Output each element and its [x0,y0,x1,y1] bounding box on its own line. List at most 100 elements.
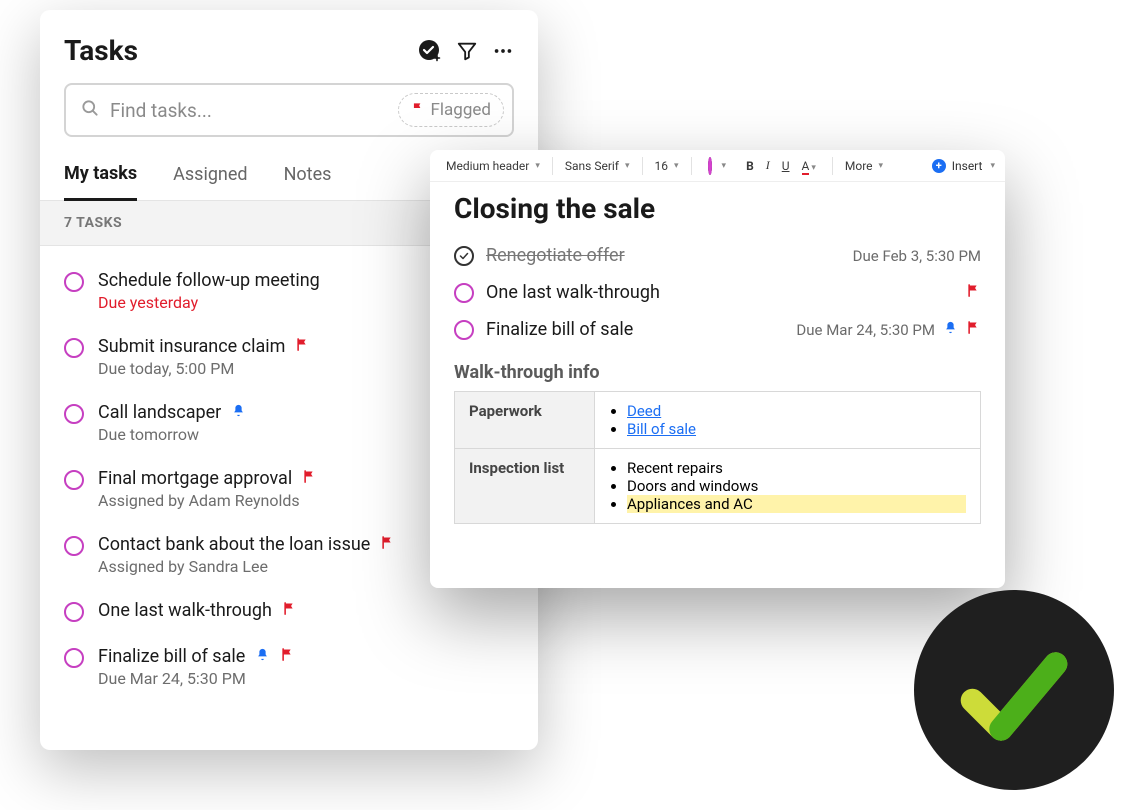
list-item: Bill of sale [627,420,966,438]
table-cell: Recent repairsDoors and windowsAppliance… [595,449,981,524]
more-menu[interactable]: More ▾ [839,159,889,173]
task-row[interactable]: One last walk-through [64,588,514,634]
link[interactable]: Bill of sale [627,420,696,438]
chevron-down-icon: ▾ [879,161,884,171]
color-swatch-icon [708,157,712,175]
task-checkbox[interactable] [454,283,474,303]
task-checkbox[interactable] [64,648,84,668]
task-title: One last walk-through [98,600,272,621]
doc-task-row[interactable]: Renegotiate offer Due Feb 3, 5:30 PM [454,237,981,274]
document-title: Closing the sale [454,192,981,225]
flag-icon [280,646,295,667]
toolbar-divider [691,157,692,175]
font-picker[interactable]: Sans Serif ▾ [559,159,636,173]
underline-button[interactable]: U [778,157,794,175]
font-label: Sans Serif [565,159,619,173]
search-input[interactable]: Find tasks... Flagged [64,83,514,137]
flag-icon [380,534,395,555]
chevron-down-icon: ▾ [811,163,816,173]
bell-icon [231,402,246,423]
flag-icon [966,320,981,339]
plus-icon: + [932,159,946,173]
task-checkbox[interactable] [454,320,474,340]
task-checkbox[interactable] [64,404,84,424]
flag-icon [411,100,425,120]
task-row[interactable]: Finalize bill of sale Due Mar 24, 5:30 PM [64,634,514,700]
list-item: Appliances and AC [627,495,966,513]
task-title: Finalize bill of sale [98,646,245,667]
tasks-badge-icon [914,590,1114,790]
task-title: Final mortgage approval [98,468,292,489]
editor-panel: Medium header ▾ Sans Serif ▾ 16 ▾ ▾ B I U A… [430,150,1005,588]
link[interactable]: Deed [627,402,661,420]
style-label: Medium header [446,159,529,173]
task-checkbox[interactable] [64,272,84,292]
editor-toolbar: Medium header ▾ Sans Serif ▾ 16 ▾ ▾ B I U A… [430,150,1005,182]
task-title: Submit insurance claim [98,336,285,357]
more-icon[interactable] [492,40,514,62]
bold-button[interactable]: B [742,157,758,175]
list-item: Recent repairs [627,459,966,477]
size-picker[interactable]: 16 ▾ [649,159,685,173]
task-title: One last walk-through [486,282,660,303]
tab-my-tasks[interactable]: My tasks [64,151,137,201]
highlight-color-button[interactable] [704,157,716,175]
toolbar-divider [642,157,643,175]
page-title: Tasks [64,34,138,67]
table-row: PaperworkDeedBill of sale [455,392,981,449]
doc-task-row[interactable]: One last walk-through [454,274,981,311]
document-body[interactable]: Closing the sale Renegotiate offer Due Fe… [430,182,1005,588]
chevron-down-icon: ▾ [674,161,679,171]
search-placeholder: Find tasks... [110,99,388,122]
bell-icon [255,646,270,667]
more-label: More [845,159,873,173]
task-title: Contact bank about the loan issue [98,534,370,555]
table-header: Inspection list [455,449,595,524]
task-checkbox[interactable] [64,338,84,358]
search-row: Find tasks... Flagged [40,83,538,151]
insert-button[interactable]: + Insert ▾ [932,159,995,173]
task-subtitle: Due Mar 24, 5:30 PM [98,669,514,688]
style-picker[interactable]: Medium header ▾ [440,159,546,173]
tab-notes[interactable]: Notes [284,152,332,199]
section-heading: Walk-through info [454,362,981,383]
tasks-header: Tasks [40,10,538,83]
chevron-down-icon: ▾ [722,161,727,171]
task-due: Due Mar 24, 5:30 PM [796,321,935,339]
flag-icon [966,283,981,302]
italic-button[interactable]: I [762,156,774,175]
chevron-down-icon: ▾ [625,161,630,171]
list-item: Deed [627,402,966,420]
task-title: Schedule follow-up meeting [98,270,320,291]
tab-assigned[interactable]: Assigned [173,152,247,199]
search-icon [80,98,100,122]
task-checkbox-done[interactable] [454,246,474,266]
flagged-filter-pill[interactable]: Flagged [398,93,504,127]
task-title: Finalize bill of sale [486,319,633,340]
filter-icon[interactable] [456,40,478,62]
task-checkbox[interactable] [64,536,84,556]
doc-task-row[interactable]: Finalize bill of sale Due Mar 24, 5:30 PM [454,311,981,348]
task-due: Due Feb 3, 5:30 PM [853,247,981,265]
flagged-label: Flagged [431,100,491,120]
task-checkbox[interactable] [64,470,84,490]
chevron-down-icon: ▾ [535,161,540,171]
toolbar-divider [552,157,553,175]
flag-icon [302,468,317,489]
flag-icon [282,600,297,621]
task-title: Renegotiate offer [486,245,625,266]
list-item: Doors and windows [627,477,966,495]
size-label: 16 [655,159,669,173]
bell-icon [943,320,958,339]
toolbar-divider [832,157,833,175]
task-checkbox[interactable] [64,602,84,622]
table-header: Paperwork [455,392,595,449]
table-cell: DeedBill of sale [595,392,981,449]
add-task-icon[interactable] [418,39,442,63]
task-title: Call landscaper [98,402,221,423]
table-row: Inspection listRecent repairsDoors and w… [455,449,981,524]
flag-icon [295,336,310,357]
chevron-down-icon: ▾ [990,161,995,171]
header-actions [418,39,514,63]
text-color-button[interactable]: A▾ [798,157,820,175]
